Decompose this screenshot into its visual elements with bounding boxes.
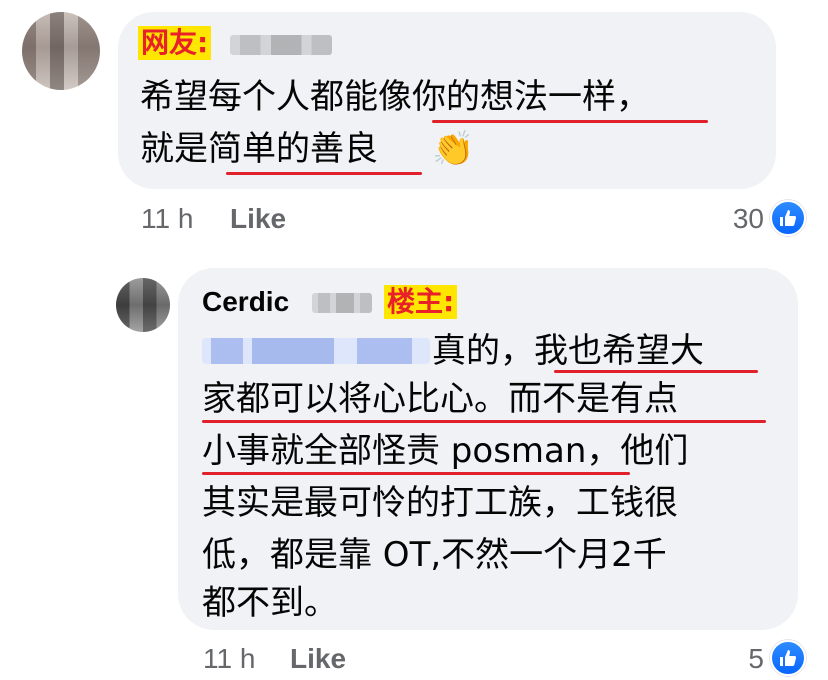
highlight-underline (432, 120, 708, 123)
mention-tag-blurred[interactable] (202, 338, 430, 364)
reply-text-line: 其实是最可怜的打工族，工钱很 (202, 483, 678, 523)
comment-thread: 网友: 希望每个人都能像你的想法一样， 就是简单的善良 👏 11 h Like … (0, 0, 828, 680)
reply-text-line: 都不到。 (202, 583, 338, 623)
comment-timestamp[interactable]: 11 h (141, 202, 193, 236)
comment-text-line: 希望每个人都能像你的想法一样， (140, 77, 650, 117)
commenter-avatar-blurred[interactable] (22, 12, 100, 90)
like-icon[interactable] (770, 200, 806, 236)
reply-text-line: 家都可以将心比心。而不是有点 (202, 379, 678, 419)
highlight-underline (554, 370, 758, 373)
author-avatar-blurred[interactable] (116, 278, 170, 332)
thread-starter-label: 楼主: (384, 285, 458, 319)
like-button[interactable]: Like (290, 642, 346, 676)
comment-text-line: 就是简单的善良 (140, 129, 378, 169)
highlight-underline (202, 472, 630, 475)
reply-timestamp[interactable]: 11 h (203, 642, 255, 676)
reply-text-line: 真的，我也希望大 (432, 331, 704, 371)
highlight-underline (226, 172, 422, 175)
clapping-hands-icon: 👏 (432, 129, 475, 169)
reply-text-line: 低，都是靠 OT,不然一个月2千 (202, 535, 667, 575)
netizen-label: 网友: (138, 26, 212, 60)
like-button[interactable]: Like (230, 202, 286, 236)
author-surname-blurred[interactable] (312, 293, 372, 313)
reaction-count[interactable]: 30 (708, 202, 764, 236)
commenter-name-blurred[interactable] (230, 35, 332, 55)
highlight-underline (202, 420, 766, 423)
reaction-count[interactable]: 5 (708, 642, 764, 676)
like-icon[interactable] (770, 640, 806, 676)
reply-text-line: 小事就全部怪责 posman，他们 (202, 431, 689, 471)
author-name[interactable]: Cerdic (202, 284, 289, 320)
